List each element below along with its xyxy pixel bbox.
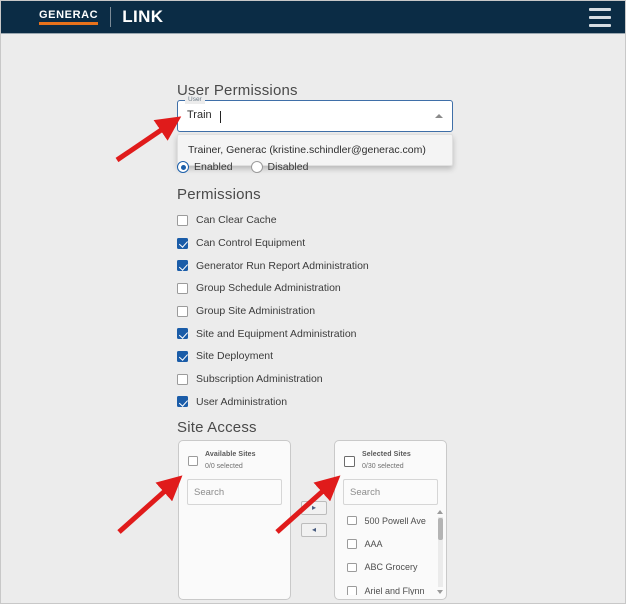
selected-sites-count: 0/30 selected [362, 463, 404, 470]
radio-disabled-label: Disabled [267, 161, 309, 173]
app-header: GENERAC LINK [1, 1, 625, 34]
radio-disabled-indicator[interactable] [250, 161, 263, 173]
permission-row[interactable]: Site Deployment [177, 345, 453, 368]
transfer-buttons: ▸ ◂ [301, 501, 327, 545]
permission-row[interactable]: Can Clear Cache [177, 209, 453, 232]
permission-label: Group Site Administration [196, 305, 316, 318]
hamburger-bar-3 [589, 24, 611, 27]
chevron-up-icon[interactable] [435, 114, 443, 118]
site-list-item[interactable]: 500 Powell Ave [335, 509, 446, 532]
permission-label: Generator Run Report Administration [196, 259, 369, 272]
permission-checkbox[interactable] [177, 214, 188, 226]
radio-enabled-indicator[interactable] [177, 161, 189, 173]
permission-label: Site Deployment [196, 350, 274, 363]
available-sites-list [179, 509, 290, 595]
hamburger-menu-icon[interactable] [589, 8, 611, 27]
user-search-input[interactable]: Train [187, 109, 212, 121]
user-field-legend: User [185, 96, 205, 104]
site-checkbox[interactable] [347, 515, 357, 526]
radio-enabled-label: Enabled [194, 161, 233, 173]
selected-sites-header: Selected Sites 0/30 selected [335, 441, 446, 472]
permission-row[interactable]: User Administration [177, 391, 453, 414]
site-checkbox[interactable] [347, 539, 357, 549]
permission-row[interactable]: Group Schedule Administration [177, 277, 453, 300]
permission-checkbox[interactable] [177, 282, 188, 294]
permission-checkbox[interactable] [177, 350, 188, 362]
permission-checkbox[interactable] [177, 260, 188, 272]
permission-label: Can Control Equipment [196, 237, 306, 250]
logo-orange-bar [39, 22, 99, 25]
header-divider [110, 7, 112, 27]
user-input-box[interactable]: User Train [177, 96, 453, 132]
site-label: AAA [364, 539, 383, 550]
radio-option-disabled[interactable]: Disabled [250, 161, 309, 173]
page-root: GENERAC LINK User Permissions User Train… [0, 0, 626, 604]
scroll-down-icon[interactable] [437, 590, 443, 594]
logo-text: GENERAC [39, 9, 99, 21]
available-sites-search-input[interactable]: Search [187, 479, 282, 505]
select-all-available-checkbox[interactable] [188, 456, 198, 466]
site-label: 500 Powell Ave [364, 515, 426, 526]
permission-label: Site and Equipment Administration [196, 327, 357, 340]
permissions-checkbox-list: Can Clear Cache Can Control Equipment Gene… [177, 209, 453, 413]
permission-row[interactable]: Group Site Administration [177, 300, 453, 323]
permission-checkbox[interactable] [177, 373, 188, 385]
suggestion-item[interactable]: Trainer, Generac (kristine.schindler@gen… [178, 142, 452, 158]
selected-sites-search-input[interactable]: Search [343, 479, 438, 505]
permission-label: Subscription Administration [196, 373, 323, 386]
selected-sites-title: Selected Sites [362, 451, 411, 458]
site-label: Ariel and Flynn [364, 585, 425, 595]
site-list-item[interactable]: ABC Grocery [335, 556, 446, 579]
available-sites-count: 0/0 selected [205, 463, 243, 470]
permission-checkbox[interactable] [177, 237, 188, 249]
permission-checkbox[interactable] [177, 305, 188, 317]
selected-sites-scrollbar[interactable] [437, 509, 444, 595]
add-site-button[interactable]: ▸ [301, 501, 327, 515]
user-autocomplete[interactable]: User Train Trainer, Generac (kristine.sc… [177, 96, 453, 166]
page-title: User Permissions [177, 82, 298, 99]
hamburger-bar-2 [589, 16, 611, 19]
permission-checkbox[interactable] [177, 396, 188, 408]
permission-label: Group Schedule Administration [196, 282, 341, 295]
site-label: ABC Grocery [364, 562, 418, 573]
available-sites-panel: Available Sites 0/0 selected Search [178, 440, 291, 600]
user-status-radio-group[interactable]: Enabled Disabled [177, 161, 308, 173]
site-checkbox[interactable] [347, 562, 357, 573]
selected-sites-titleblock: Selected Sites 0/30 selected [362, 450, 411, 472]
main-content: User Permissions User Train Trainer, Gen… [1, 34, 625, 603]
available-sites-titleblock: Available Sites 0/0 selected [205, 450, 256, 472]
permission-row[interactable]: Subscription Administration [177, 368, 453, 391]
permissions-heading: Permissions [177, 186, 261, 203]
hamburger-bar-1 [589, 8, 611, 11]
remove-site-button[interactable]: ◂ [301, 523, 327, 537]
radio-option-enabled[interactable]: Enabled [177, 161, 233, 173]
site-list-item[interactable]: AAA [335, 532, 446, 555]
available-sites-title: Available Sites [205, 451, 256, 458]
scroll-up-icon[interactable] [437, 510, 443, 514]
permission-row[interactable]: Can Control Equipment [177, 232, 453, 255]
site-checkbox[interactable] [347, 586, 357, 595]
selected-sites-list: 500 Powell Ave AAA ABC Grocery Ariel and Fl… [335, 509, 446, 595]
text-cursor [220, 111, 221, 123]
site-list-item[interactable]: Ariel and Flynn [335, 579, 446, 595]
permission-label: Can Clear Cache [196, 214, 277, 227]
selected-sites-panel: Selected Sites 0/30 selected Search 500 … [334, 440, 447, 600]
available-sites-header: Available Sites 0/0 selected [179, 441, 290, 472]
permission-label: User Administration [196, 395, 288, 408]
permission-row[interactable]: Generator Run Report Administration [177, 254, 453, 277]
permission-row[interactable]: Site and Equipment Administration [177, 322, 453, 345]
generac-logo[interactable]: GENERAC [39, 9, 99, 25]
permission-checkbox[interactable] [177, 328, 188, 340]
scrollbar-thumb[interactable] [438, 518, 443, 540]
site-access-heading: Site Access [177, 419, 257, 436]
select-all-selected-checkbox[interactable] [344, 455, 355, 467]
brand-name: LINK [122, 7, 164, 26]
annotation-arrow-user-field [115, 116, 182, 163]
annotation-arrow-available-search [117, 475, 183, 534]
